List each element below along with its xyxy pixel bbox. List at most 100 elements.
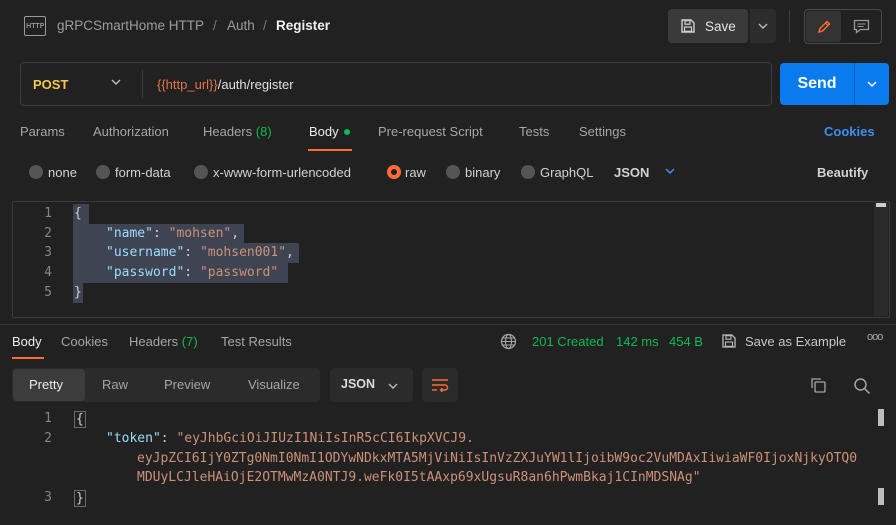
edit-button[interactable]	[806, 11, 841, 42]
response-tab-test-results[interactable]: Test Results	[221, 334, 292, 349]
comments-button[interactable]	[843, 11, 879, 42]
json-value: "password"	[199, 265, 279, 280]
line-number: 5	[44, 285, 52, 300]
beautify-button[interactable]: Beautify	[817, 165, 868, 180]
more-options-button[interactable]: ooo	[867, 331, 883, 343]
active-tab-indicator	[12, 357, 44, 359]
method-select[interactable]: POST	[33, 77, 68, 92]
code-line: "name": "mohsen",	[106, 226, 240, 241]
scrollbar-thumb[interactable]	[878, 409, 884, 426]
cookies-link[interactable]: Cookies	[824, 124, 875, 139]
radio-raw[interactable]	[387, 165, 401, 179]
radio-urlencoded-label[interactable]: x-www-form-urlencoded	[213, 165, 351, 180]
radio-urlencoded[interactable]	[194, 165, 208, 179]
response-tab-headers[interactable]: Headers (7)	[129, 334, 198, 349]
chevron-down-icon	[867, 81, 877, 88]
radio-binary[interactable]	[446, 165, 460, 179]
radio-form-data-label[interactable]: form-data	[115, 165, 171, 180]
tab-headers-label: Headers	[203, 124, 253, 139]
wrap-lines-button[interactable]	[422, 368, 458, 402]
send-options-button[interactable]	[855, 63, 889, 105]
save-button[interactable]: Save	[668, 9, 748, 43]
save-options-button[interactable]	[750, 9, 776, 43]
response-time[interactable]: 142 ms	[616, 334, 659, 349]
chevron-down-icon[interactable]	[110, 78, 122, 86]
line-number: 3	[44, 490, 52, 505]
tab-body[interactable]: Body	[309, 124, 350, 139]
editor-scrollbar[interactable]	[874, 203, 888, 316]
token-value: eyJpZCI6IjY0ZTg0NmI0NmI1ODYwNDkxMTA5MjVi…	[137, 451, 858, 466]
tab-settings[interactable]: Settings	[579, 124, 626, 139]
url-bar	[20, 62, 772, 106]
response-tab-cookies[interactable]: Cookies	[61, 334, 108, 349]
breadcrumb-collection[interactable]: gRPCSmartHome HTTP	[57, 18, 204, 33]
chevron-down-icon	[758, 23, 768, 29]
tab-pre-request-script[interactable]: Pre-request Script	[378, 124, 483, 139]
url-path: /auth/register	[217, 77, 294, 92]
json-value: "mohsen"	[168, 226, 232, 241]
headers-count: (8)	[255, 124, 272, 139]
view-mode-raw[interactable]: Raw	[102, 377, 128, 392]
tab-tests[interactable]: Tests	[519, 124, 549, 139]
radio-graphql[interactable]	[521, 165, 535, 179]
floppy-icon	[722, 334, 736, 348]
copy-icon[interactable]	[810, 377, 827, 394]
view-mode-pretty[interactable]: Pretty	[29, 377, 63, 392]
radio-raw-label[interactable]: raw	[405, 165, 426, 180]
wrap-lines-icon	[432, 379, 449, 392]
json-key: "password"	[106, 265, 185, 280]
radio-none-label[interactable]: none	[48, 165, 77, 180]
radio-none[interactable]	[29, 165, 43, 179]
body-format-select[interactable]: JSON	[614, 165, 649, 180]
breadcrumb-separator: /	[213, 18, 217, 33]
scrollbar-thumb[interactable]	[876, 203, 886, 207]
radio-binary-label[interactable]: binary	[465, 165, 500, 180]
send-label: Send	[797, 75, 837, 92]
response-size[interactable]: 454 B	[669, 334, 703, 349]
radio-graphql-label[interactable]: GraphQL	[540, 165, 593, 180]
globe-icon[interactable]	[500, 333, 517, 350]
line-number: 4	[44, 265, 52, 280]
tab-authorization[interactable]: Authorization	[93, 124, 169, 139]
url-input[interactable]: {{http_url}}/auth/register	[157, 77, 294, 92]
json-comma: ,	[231, 226, 240, 241]
response-headers-count: (7)	[181, 334, 198, 349]
code-brace: }	[74, 285, 82, 300]
view-mode-preview[interactable]: Preview	[164, 377, 210, 392]
line-number: 2	[44, 226, 52, 241]
json-comma: ,	[286, 245, 294, 260]
tab-params[interactable]: Params	[20, 124, 65, 139]
search-icon[interactable]	[853, 377, 871, 395]
pencil-icon	[817, 20, 830, 33]
response-divider[interactable]	[0, 324, 896, 325]
chevron-down-icon[interactable]	[387, 382, 399, 390]
json-key: "name"	[106, 226, 153, 241]
breadcrumb-folder[interactable]: Auth	[227, 18, 255, 33]
code-brace: }	[74, 490, 86, 507]
json-value: "mohsen001"	[199, 245, 287, 260]
save-as-example-button[interactable]: Save as Example	[745, 334, 846, 349]
code-line: "token": "eyJhbGciOiJIUzI1NiIsInR5cCI6Ik…	[106, 431, 474, 446]
line-number: 1	[44, 411, 52, 426]
scrollbar-thumb[interactable]	[878, 488, 884, 505]
chevron-down-icon[interactable]	[664, 167, 676, 175]
code-brace: {	[74, 206, 82, 221]
radio-form-data[interactable]	[96, 165, 110, 179]
response-format-label[interactable]: JSON	[341, 377, 375, 391]
code-brace: {	[74, 411, 86, 428]
send-button[interactable]: Send	[780, 63, 854, 105]
url-divider	[142, 70, 143, 98]
url-variable: {{http_url}}	[157, 77, 218, 92]
json-key: "username"	[106, 245, 185, 260]
http-request-icon: HTTP	[24, 16, 46, 36]
code-line: "username": "mohsen001",	[106, 245, 294, 260]
line-number: 3	[44, 245, 52, 260]
tab-body-label: Body	[309, 124, 339, 139]
page-title: Register	[276, 18, 331, 33]
breadcrumb-separator: /	[263, 18, 267, 33]
view-mode-visualize[interactable]: Visualize	[248, 377, 300, 392]
toolbar-divider	[789, 10, 790, 42]
response-tab-body[interactable]: Body	[12, 334, 42, 349]
tab-headers[interactable]: Headers (8)	[203, 124, 272, 139]
status-badge[interactable]: 201 Created	[532, 334, 604, 349]
